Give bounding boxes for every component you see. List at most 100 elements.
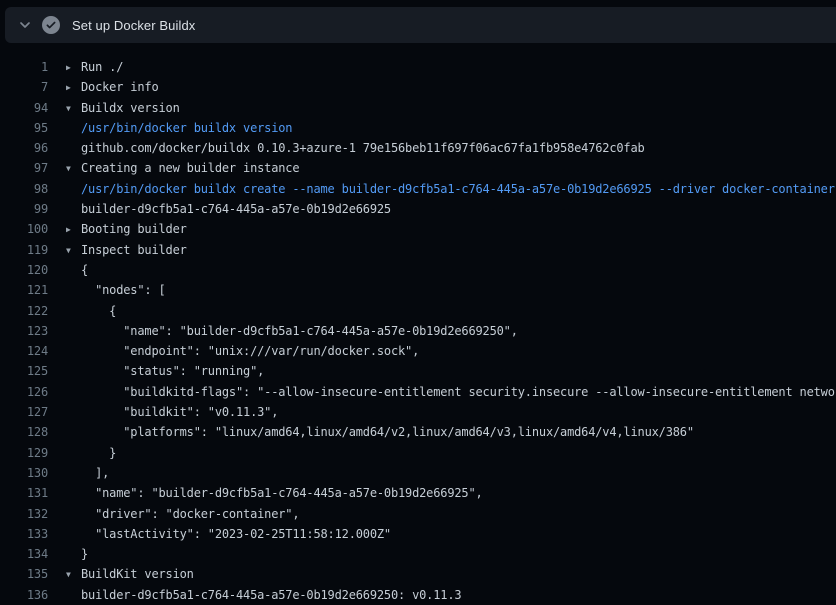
line-content: "buildkit": "v0.11.3", xyxy=(48,402,278,422)
line-text: "endpoint": "unix:///var/run/docker.sock… xyxy=(81,344,419,358)
line-text: "buildkitd-flags": "--allow-insecure-ent… xyxy=(81,385,836,399)
line-content: "name": "builder-d9cfb5a1-c764-445a-a57e… xyxy=(48,321,518,341)
line-content: "buildkitd-flags": "--allow-insecure-ent… xyxy=(48,382,836,402)
line-number[interactable]: 135 xyxy=(0,564,48,584)
log-group-row[interactable]: 94▼Buildx version xyxy=(0,98,836,118)
line-text: builder-d9cfb5a1-c764-445a-a57e-0b19d2e6… xyxy=(81,588,461,602)
line-text: /usr/bin/docker buildx create --name bui… xyxy=(81,182,835,196)
line-text: BuildKit version xyxy=(81,567,194,581)
line-text: "name": "builder-d9cfb5a1-c764-445a-a57e… xyxy=(81,486,483,500)
line-content[interactable]: ▶Docker info xyxy=(48,77,159,97)
triangle-down-icon[interactable]: ▼ xyxy=(66,99,81,119)
line-number[interactable]: 120 xyxy=(0,260,48,280)
line-number[interactable]: 1 xyxy=(0,57,48,77)
triangle-right-icon[interactable]: ▶ xyxy=(66,58,81,78)
line-content: "platforms": "linux/amd64,linux/amd64/v2… xyxy=(48,422,694,442)
log-line: 133 "lastActivity": "2023-02-25T11:58:12… xyxy=(0,524,836,544)
line-number[interactable]: 136 xyxy=(0,585,48,605)
line-content[interactable]: ▶Run ./ xyxy=(48,57,123,77)
line-text: "name": "builder-d9cfb5a1-c764-445a-a57e… xyxy=(81,324,518,338)
line-number[interactable]: 133 xyxy=(0,524,48,544)
step-header-setup-docker-buildx[interactable]: Set up Docker Buildx xyxy=(5,7,836,43)
line-number[interactable]: 95 xyxy=(0,118,48,138)
line-text: builder-d9cfb5a1-c764-445a-a57e-0b19d2e6… xyxy=(81,202,391,216)
line-content: "name": "builder-d9cfb5a1-c764-445a-a57e… xyxy=(48,483,483,503)
line-content[interactable]: ▼Buildx version xyxy=(48,98,180,118)
line-number[interactable]: 98 xyxy=(0,179,48,199)
actions-log-viewer: { "colors": { "accent": "#539bf5", "page… xyxy=(0,0,836,604)
line-text: github.com/docker/buildx 0.10.3+azure-1 … xyxy=(81,141,645,155)
log-group-row[interactable]: 7▶Docker info xyxy=(0,77,836,97)
line-content: builder-d9cfb5a1-c764-445a-a57e-0b19d2e6… xyxy=(48,199,391,219)
line-number[interactable]: 96 xyxy=(0,138,48,158)
log-line: 129 } xyxy=(0,443,836,463)
log-line: 136 builder-d9cfb5a1-c764-445a-a57e-0b19d… xyxy=(0,585,836,605)
log-line: 132 "driver": "docker-container", xyxy=(0,504,836,524)
log-group-row[interactable]: 119▼Inspect builder xyxy=(0,240,836,260)
line-text: "platforms": "linux/amd64,linux/amd64/v2… xyxy=(81,425,694,439)
log-group-row[interactable]: 1▶Run ./ xyxy=(0,57,836,77)
line-number[interactable]: 7 xyxy=(0,77,48,97)
log-line: 123 "name": "builder-d9cfb5a1-c764-445a-… xyxy=(0,321,836,341)
line-number[interactable]: 119 xyxy=(0,240,48,260)
line-text: } xyxy=(81,547,88,561)
line-text: ], xyxy=(81,466,109,480)
log-line: 120 { xyxy=(0,260,836,280)
line-number[interactable]: 122 xyxy=(0,301,48,321)
line-content[interactable]: ▼Creating a new builder instance xyxy=(48,158,299,178)
log-group-row[interactable]: 100▶Booting builder xyxy=(0,219,836,239)
line-text: { xyxy=(81,304,116,318)
line-number[interactable]: 128 xyxy=(0,422,48,442)
line-text: "driver": "docker-container", xyxy=(81,507,299,521)
line-number[interactable]: 127 xyxy=(0,402,48,422)
line-number[interactable]: 129 xyxy=(0,443,48,463)
log-line: 125 "status": "running", xyxy=(0,361,836,381)
triangle-down-icon[interactable]: ▼ xyxy=(66,565,81,585)
line-text: } xyxy=(81,446,116,460)
line-content: "lastActivity": "2023-02-25T11:58:12.000… xyxy=(48,524,391,544)
line-number[interactable]: 134 xyxy=(0,544,48,564)
line-content[interactable]: ▶Booting builder xyxy=(48,219,187,239)
line-content: } xyxy=(48,443,116,463)
log-line: 127 "buildkit": "v0.11.3", xyxy=(0,402,836,422)
log-group-row[interactable]: 135▼BuildKit version xyxy=(0,564,836,584)
line-number[interactable]: 123 xyxy=(0,321,48,341)
triangle-right-icon[interactable]: ▶ xyxy=(66,78,81,98)
line-text: { xyxy=(81,263,88,277)
line-content[interactable]: ▼BuildKit version xyxy=(48,564,194,584)
line-number[interactable]: 132 xyxy=(0,504,48,524)
line-content: ], xyxy=(48,463,109,483)
line-content: "endpoint": "unix:///var/run/docker.sock… xyxy=(48,341,419,361)
line-number[interactable]: 131 xyxy=(0,483,48,503)
line-number[interactable]: 125 xyxy=(0,361,48,381)
triangle-down-icon[interactable]: ▼ xyxy=(66,241,81,261)
log-line: 99 builder-d9cfb5a1-c764-445a-a57e-0b19d2… xyxy=(0,199,836,219)
line-number[interactable]: 99 xyxy=(0,199,48,219)
line-content: /usr/bin/docker buildx create --name bui… xyxy=(48,179,835,199)
log-group-row[interactable]: 97▼Creating a new builder instance xyxy=(0,158,836,178)
line-content[interactable]: ▼Inspect builder xyxy=(48,240,187,260)
line-number[interactable]: 94 xyxy=(0,98,48,118)
line-text: Booting builder xyxy=(81,222,187,236)
chevron-down-icon xyxy=(18,18,32,32)
line-text: Creating a new builder instance xyxy=(81,161,299,175)
line-number[interactable]: 124 xyxy=(0,341,48,361)
line-text: Docker info xyxy=(81,80,159,94)
log-output: 1▶Run ./7▶Docker info94▼Buildx version95… xyxy=(0,57,836,605)
line-text: "status": "running", xyxy=(81,364,264,378)
line-number[interactable]: 121 xyxy=(0,280,48,300)
line-number[interactable]: 130 xyxy=(0,463,48,483)
line-number[interactable]: 126 xyxy=(0,382,48,402)
step-title: Set up Docker Buildx xyxy=(72,18,195,33)
check-circle-icon xyxy=(42,16,60,34)
line-text: "buildkit": "v0.11.3", xyxy=(81,405,278,419)
triangle-down-icon[interactable]: ▼ xyxy=(66,159,81,179)
line-content: github.com/docker/buildx 0.10.3+azure-1 … xyxy=(48,138,645,158)
line-content: "nodes": [ xyxy=(48,280,166,300)
line-text: "lastActivity": "2023-02-25T11:58:12.000… xyxy=(81,527,391,541)
line-content: } xyxy=(48,544,88,564)
triangle-right-icon[interactable]: ▶ xyxy=(66,220,81,240)
line-number[interactable]: 100 xyxy=(0,219,48,239)
line-number[interactable]: 97 xyxy=(0,158,48,178)
line-content: { xyxy=(48,260,88,280)
